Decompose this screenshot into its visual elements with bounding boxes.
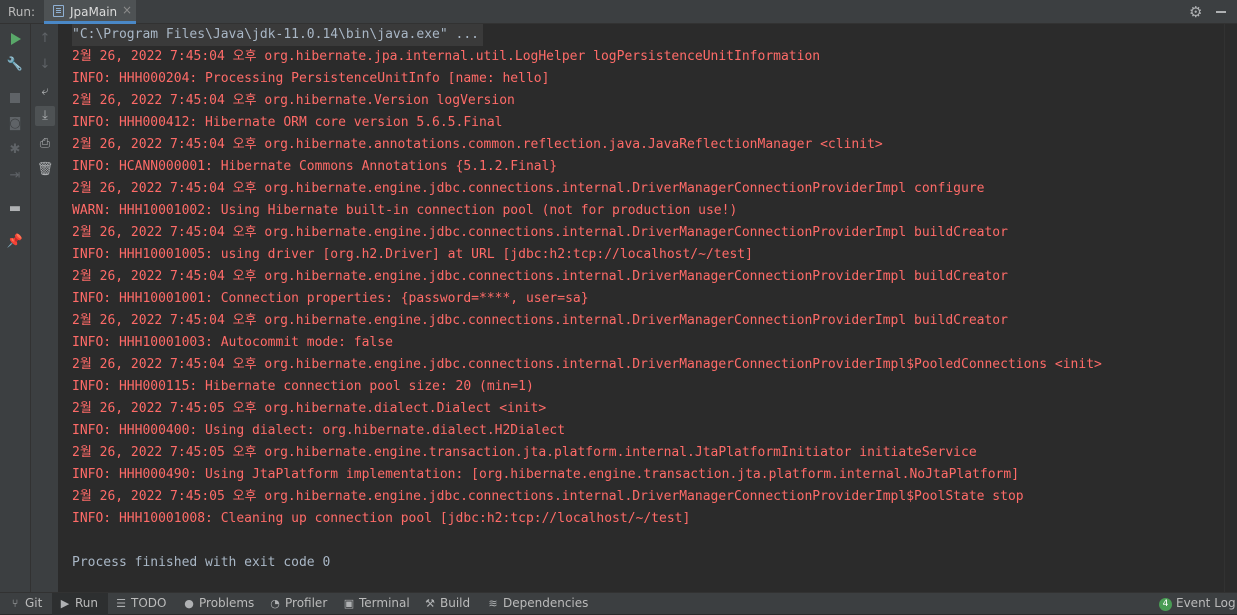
layout-icon[interactable]: ▬: [5, 199, 25, 219]
down-arrow-icon[interactable]: ↓: [35, 55, 55, 75]
problems-tool-button[interactable]: ● Problems: [182, 593, 254, 615]
console-line: 2월 26, 2022 7:45:04 오후 org.hibernate.eng…: [72, 269, 1008, 284]
todo-label: TODO: [131, 596, 167, 610]
console-line: 2월 26, 2022 7:45:05 오후 org.hibernate.eng…: [72, 489, 1024, 504]
console-line: INFO: HHH000400: Using dialect: org.hibe…: [72, 423, 566, 438]
console-output[interactable]: "C:\Program Files\Java\jdk-11.0.14\bin\j…: [59, 24, 1224, 592]
run-label: Run:: [8, 5, 36, 19]
console-line: INFO: HHH000412: Hibernate ORM core vers…: [72, 115, 503, 130]
wrench-icon[interactable]: 🔧: [5, 55, 25, 75]
console-actions-toolbar: ↑ ↓ ⤶ ⤓ ⎙ 🗑: [31, 24, 59, 592]
console-line: 2월 26, 2022 7:45:04 오후 org.hibernate.eng…: [72, 357, 1102, 372]
tab-jpamain[interactable]: JpaMain ×: [44, 0, 136, 24]
git-branch-icon: ⑂: [11, 597, 19, 610]
pin-icon[interactable]: 📌: [5, 232, 25, 252]
console-line: INFO: HCANN000001: Hibernate Commons Ann…: [72, 159, 558, 174]
console-line: INFO: HHH10001008: Cleaning up connectio…: [72, 511, 691, 526]
event-log-label: Event Log: [1176, 596, 1236, 610]
console-line: 2월 26, 2022 7:45:04 오후 org.hibernate.eng…: [72, 313, 1008, 328]
console-line: 2월 26, 2022 7:45:04 오후 org.hibernate.Ver…: [72, 93, 515, 108]
event-count-badge: 4: [1159, 598, 1172, 611]
console-scrollbar[interactable]: [1224, 24, 1237, 592]
tab-label: JpaMain: [70, 5, 118, 19]
camera-icon[interactable]: ◙: [5, 114, 25, 134]
console-line: INFO: HHH000490: Using JtaPlatform imple…: [72, 467, 1020, 482]
problems-label: Problems: [199, 596, 255, 610]
build-label: Build: [440, 596, 471, 610]
debug-bug-icon[interactable]: ✱: [5, 140, 25, 160]
profiler-label: Profiler: [285, 596, 328, 610]
console-line: 2월 26, 2022 7:45:04 오후 org.hibernate.eng…: [72, 225, 1008, 240]
run-actions-toolbar: 🔧 ◙ ✱ ⇥ ▬ 📌: [0, 24, 31, 592]
console-line: INFO: HHH000115: Hibernate connection po…: [72, 379, 534, 394]
console-line: INFO: HHH10001005: using driver [org.h2.…: [72, 247, 753, 262]
layers-icon: ≋: [488, 597, 498, 610]
console-line: WARN: HHH10001002: Using Hibernate built…: [72, 203, 738, 218]
console-line: INFO: HHH10001001: Connection properties…: [72, 291, 589, 306]
git-tool-button[interactable]: ⑂ Git: [8, 593, 43, 615]
close-icon[interactable]: ×: [122, 3, 132, 17]
terminal-icon: ▣: [343, 597, 355, 610]
run-tool-button[interactable]: ▶ Run: [52, 593, 109, 615]
console-line: Process finished with exit code 0: [72, 555, 331, 570]
console-line: 2월 26, 2022 7:45:05 오후 org.hibernate.eng…: [72, 445, 977, 460]
gear-icon[interactable]: ⚙: [1189, 3, 1202, 21]
build-tool-button[interactable]: ⚒ Build: [423, 593, 470, 615]
play-icon: ▶: [60, 597, 70, 610]
dependencies-tool-button[interactable]: ≋ Dependencies: [486, 593, 588, 615]
git-label: Git: [25, 596, 43, 610]
trash-icon[interactable]: 🗑: [35, 160, 55, 180]
console-line: 2월 26, 2022 7:45:04 오후 org.hibernate.jpa…: [72, 49, 821, 64]
console-line: INFO: HHH000204: Processing PersistenceU…: [72, 71, 550, 86]
console-line: 2월 26, 2022 7:45:04 오후 org.hibernate.ann…: [72, 137, 883, 152]
terminal-tool-button[interactable]: ▣ Terminal: [342, 593, 410, 615]
console-line: INFO: HHH10001003: Autocommit mode: fals…: [72, 335, 393, 350]
rerun-icon[interactable]: [5, 29, 25, 49]
profiler-tool-button[interactable]: ◔ Profiler: [268, 593, 327, 615]
hammer-icon: ⚒: [425, 597, 435, 610]
event-log-tool-button[interactable]: 4 Event Log: [1159, 593, 1236, 615]
minimize-icon[interactable]: [1216, 11, 1226, 13]
todo-tool-button[interactable]: ☰ TODO: [114, 593, 166, 615]
terminal-label: Terminal: [359, 596, 410, 610]
application-icon: [53, 5, 64, 17]
soft-wrap-icon[interactable]: ⤶: [35, 82, 55, 102]
info-icon: ●: [184, 597, 194, 610]
tool-window-bar: ⑂ Git ▶ Run ☰ TODO ● Problems ◔ Profiler ▣ Ter…: [0, 592, 1237, 615]
list-icon: ☰: [116, 597, 126, 610]
stop-icon[interactable]: [5, 88, 25, 108]
scroll-to-end-icon[interactable]: ⤓: [35, 106, 55, 126]
run-tool-window-header: Run: JpaMain × ⚙: [0, 0, 1237, 24]
console-line: 2월 26, 2022 7:45:04 오후 org.hibernate.eng…: [72, 181, 985, 196]
console-line: 2월 26, 2022 7:45:05 오후 org.hibernate.dia…: [72, 401, 547, 416]
console-command-line: "C:\Program Files\Java\jdk-11.0.14\bin\j…: [72, 24, 483, 46]
print-icon[interactable]: ⎙: [35, 134, 55, 154]
exit-icon[interactable]: ⇥: [5, 166, 25, 186]
run-label-tab: Run: [75, 596, 99, 610]
up-arrow-icon[interactable]: ↑: [35, 29, 55, 49]
dependencies-label: Dependencies: [503, 596, 589, 610]
profiler-icon: ◔: [270, 597, 280, 610]
